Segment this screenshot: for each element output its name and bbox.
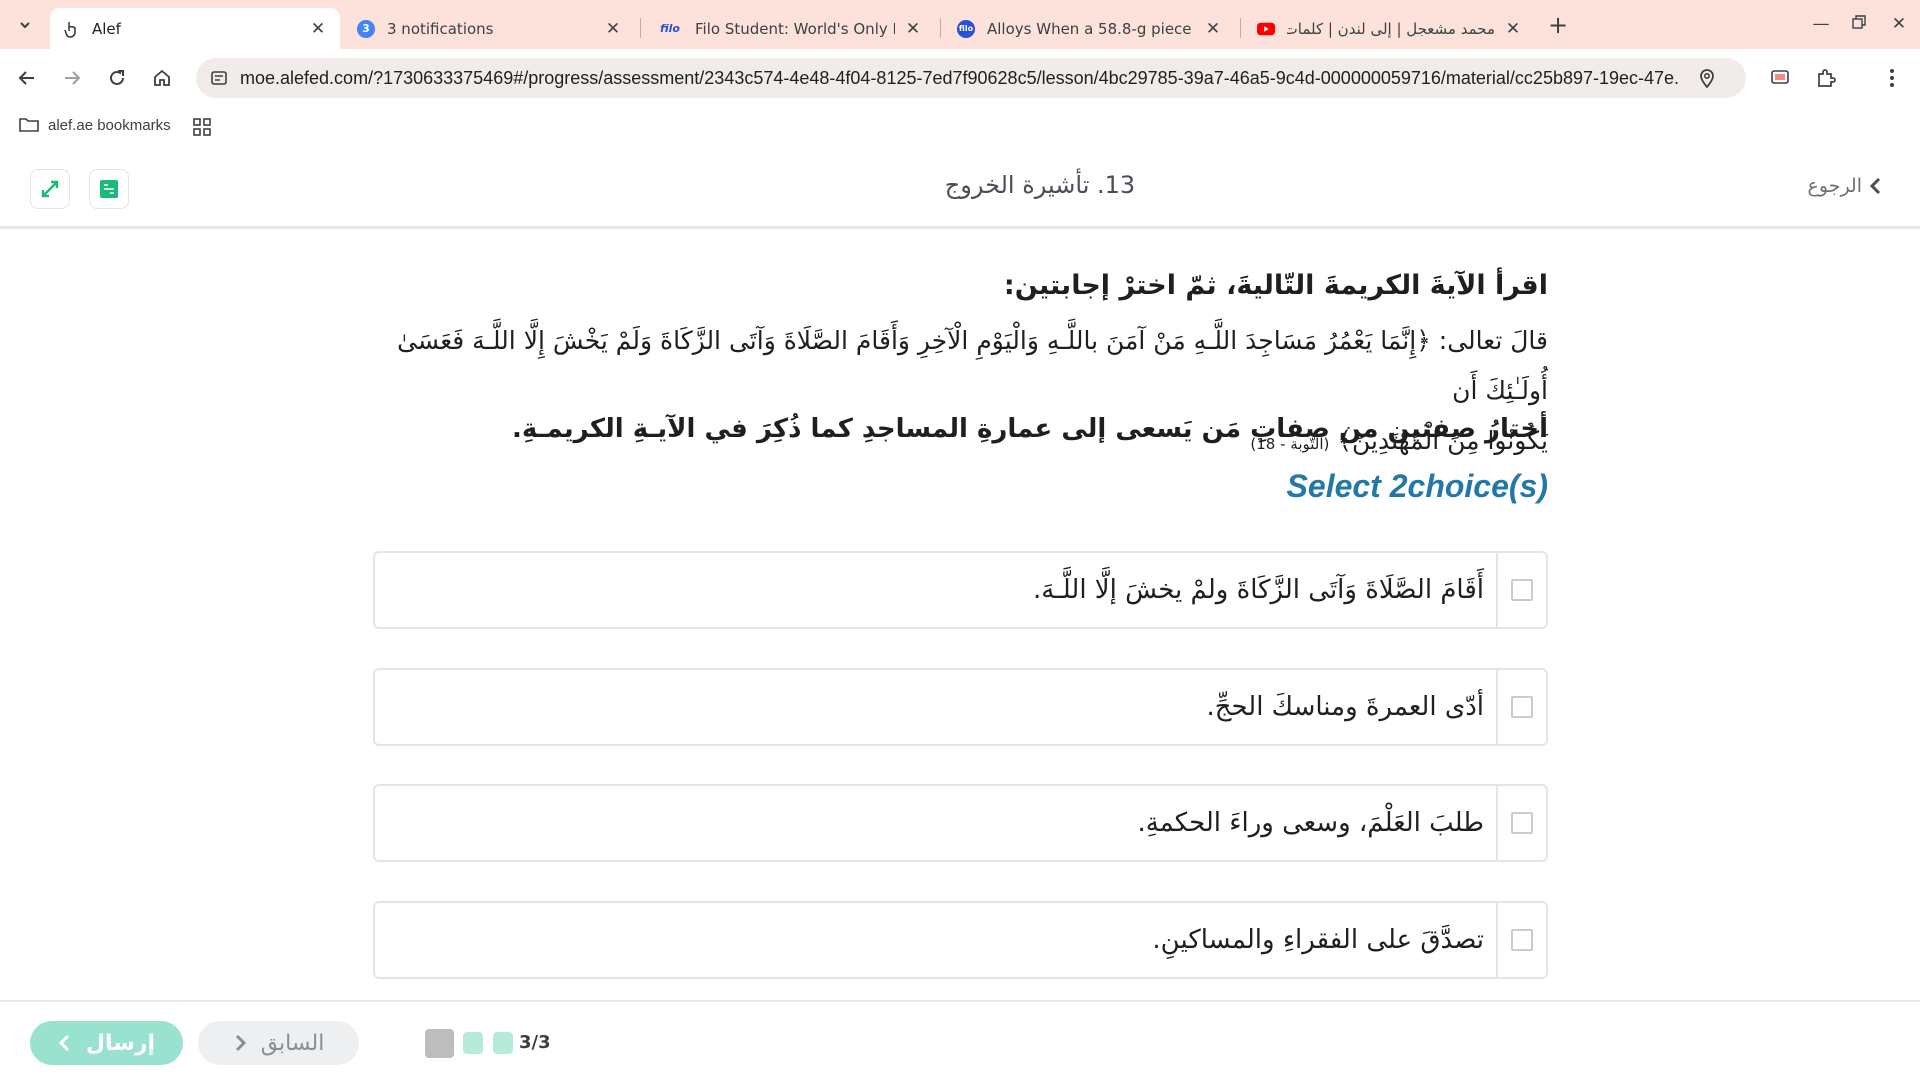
close-icon[interactable]: ✕ bbox=[1503, 19, 1523, 39]
answer-choice-4[interactable]: تصدَّقَ على الفقراءِ والمساكينِ. bbox=[373, 901, 1548, 979]
checkbox[interactable] bbox=[1511, 812, 1533, 834]
arrow-right-icon bbox=[65, 71, 81, 85]
close-icon[interactable]: ✕ bbox=[603, 19, 623, 39]
restore-icon bbox=[1852, 15, 1866, 29]
folder-icon bbox=[19, 118, 39, 132]
tab-title: Alloys When a 58.8-g piece of h bbox=[987, 19, 1195, 38]
back-link[interactable]: الرجوع bbox=[1808, 175, 1882, 197]
tab-search-dropdown[interactable] bbox=[10, 12, 40, 38]
checkbox-cell[interactable] bbox=[1496, 553, 1546, 627]
url-text[interactable]: moe.alefed.com/?1730633375469#/progress/… bbox=[240, 68, 1680, 89]
question-prompt: أختارُ صفتين من صفاتِ مَن يَسعى إلى عمار… bbox=[511, 414, 1548, 444]
apps-grid-icon[interactable] bbox=[192, 117, 212, 137]
tab-youtube[interactable]: محمد مشعجل | إلى لندن | كلمات ✕ bbox=[1245, 8, 1535, 49]
browser-tab-strip: Alef ✕ 3 3 notifications ✕ filo Filo Stu… bbox=[0, 0, 1920, 49]
previous-label: السابق bbox=[260, 1030, 325, 1056]
choice-label: أدّى العمرةَ ومناسكَ الحجِّ. bbox=[1206, 692, 1484, 722]
question-area: اقرأ الآيةَ الكريمةَ التّاليةَ، ثمّ اختر… bbox=[0, 232, 1920, 1000]
chevron-left-icon bbox=[58, 1034, 69, 1052]
home-icon bbox=[154, 69, 170, 86]
bookmarks-bar: alef.ae bookmarks bbox=[0, 107, 1920, 149]
new-tab-button[interactable]: + bbox=[1544, 12, 1572, 40]
tab-title: Filo Student: World's Only Live I bbox=[695, 19, 895, 38]
alef-hand-icon bbox=[62, 20, 80, 38]
kebab-menu-icon bbox=[1890, 69, 1894, 87]
question-instruction: اقرأ الآيةَ الكريمةَ التّاليةَ، ثمّ اختر… bbox=[1003, 270, 1548, 301]
filo-logo-icon: filo bbox=[660, 22, 680, 35]
restore-button[interactable] bbox=[1844, 10, 1874, 38]
close-icon[interactable]: ✕ bbox=[1203, 19, 1223, 39]
page-title: 13. تأشيرة الخروج bbox=[944, 171, 1136, 199]
youtube-icon bbox=[1257, 20, 1275, 38]
address-bar[interactable]: moe.alefed.com/?1730633375469#/progress/… bbox=[196, 58, 1746, 98]
checkbox[interactable] bbox=[1511, 696, 1533, 718]
puzzle-icon bbox=[1818, 69, 1836, 87]
tab-notifications[interactable]: 3 3 notifications ✕ bbox=[345, 8, 635, 49]
choice-label: أَقَامَ الصَّلَاةَ وَآتَى الزَّكَاةَ ولم… bbox=[1032, 575, 1484, 605]
bookmark-label: alef.ae bookmarks bbox=[48, 116, 171, 134]
reload-button[interactable] bbox=[100, 61, 134, 95]
quran-verse: قالَ تعالى: ﴿إِنَّمَا يَعْمُرُ مَسَاجِدَ… bbox=[380, 316, 1548, 469]
bookmark-folder-alef[interactable]: alef.ae bookmarks bbox=[18, 116, 171, 134]
site-info-icon[interactable] bbox=[210, 69, 228, 87]
checkbox[interactable] bbox=[1511, 579, 1533, 601]
verse-line-1: قالَ تعالى: ﴿إِنَّمَا يَعْمُرُ مَسَاجِدَ… bbox=[397, 326, 1548, 405]
back-button[interactable] bbox=[10, 61, 44, 95]
cast-button[interactable] bbox=[1764, 62, 1796, 94]
reload-icon bbox=[110, 70, 124, 85]
tab-title: محمد مشعجل | إلى لندن | كلمات bbox=[1287, 19, 1495, 38]
location-pin-icon[interactable] bbox=[1696, 67, 1718, 89]
tab-separator bbox=[640, 18, 641, 38]
cast-icon bbox=[1771, 70, 1789, 84]
forward-button[interactable] bbox=[55, 61, 89, 95]
submit-button[interactable]: إرسال bbox=[30, 1021, 183, 1065]
filo-logo-icon: filo bbox=[957, 19, 975, 38]
minimize-button[interactable]: — bbox=[1806, 10, 1836, 38]
tab-title: 3 notifications bbox=[387, 19, 494, 38]
previous-button[interactable]: السابق bbox=[198, 1021, 359, 1065]
browser-toolbar: moe.alefed.com/?1730633375469#/progress/… bbox=[0, 49, 1920, 107]
answer-choice-3[interactable]: طلبَ العَلْمَ، وسعى وراءَ الحكمةِ. bbox=[373, 784, 1548, 862]
close-icon[interactable]: ✕ bbox=[308, 19, 328, 39]
checkbox[interactable] bbox=[1511, 929, 1533, 951]
assessment-footer: إرسال السابق 3/3 bbox=[0, 1000, 1920, 1080]
checkbox-cell[interactable] bbox=[1496, 903, 1546, 977]
tab-filo-alloys[interactable]: filo Alloys When a 58.8-g piece of h ✕ bbox=[945, 8, 1235, 49]
submit-label: إرسال bbox=[85, 1030, 156, 1056]
tab-separator bbox=[1240, 18, 1241, 38]
choice-label: تصدَّقَ على الفقراءِ والمساكينِ. bbox=[1152, 925, 1484, 955]
arrow-left-icon bbox=[18, 71, 34, 85]
extensions-button[interactable] bbox=[1810, 62, 1842, 94]
tab-alef[interactable]: Alef ✕ bbox=[50, 8, 340, 49]
menu-button[interactable] bbox=[1876, 62, 1908, 94]
tab-separator bbox=[940, 18, 941, 38]
chevron-right-icon bbox=[235, 1034, 246, 1052]
close-window-button[interactable]: ✕ bbox=[1884, 10, 1914, 38]
chevron-left-icon bbox=[1869, 177, 1881, 195]
checkbox-cell[interactable] bbox=[1496, 670, 1546, 744]
progress-step-1[interactable] bbox=[425, 1029, 454, 1058]
progress-step-2[interactable] bbox=[463, 1032, 483, 1054]
selection-hint: Select 2choice(s) bbox=[1286, 468, 1548, 504]
answer-choice-2[interactable]: أدّى العمرةَ ومناسكَ الحجِّ. bbox=[373, 668, 1548, 746]
answer-choice-1[interactable]: أَقَامَ الصَّلَاةَ وَآتَى الزَّكَاةَ ولم… bbox=[373, 551, 1548, 629]
tab-title: Alef bbox=[92, 19, 121, 38]
progress-step-3[interactable] bbox=[493, 1032, 513, 1054]
progress-counter: 3/3 bbox=[519, 1032, 551, 1053]
tab-filo-student[interactable]: filo Filo Student: World's Only Live I ✕ bbox=[645, 8, 935, 49]
assessment-header: 13. تأشيرة الخروج الرجوع bbox=[0, 149, 1920, 229]
chevron-down-icon bbox=[20, 22, 30, 29]
home-button[interactable] bbox=[145, 61, 179, 95]
back-label: الرجوع bbox=[1807, 175, 1862, 197]
notification-badge-icon: 3 bbox=[357, 19, 375, 38]
checkbox-cell[interactable] bbox=[1496, 786, 1546, 860]
close-icon[interactable]: ✕ bbox=[903, 19, 923, 39]
choice-label: طلبَ العَلْمَ، وسعى وراءَ الحكمةِ. bbox=[1137, 808, 1484, 838]
